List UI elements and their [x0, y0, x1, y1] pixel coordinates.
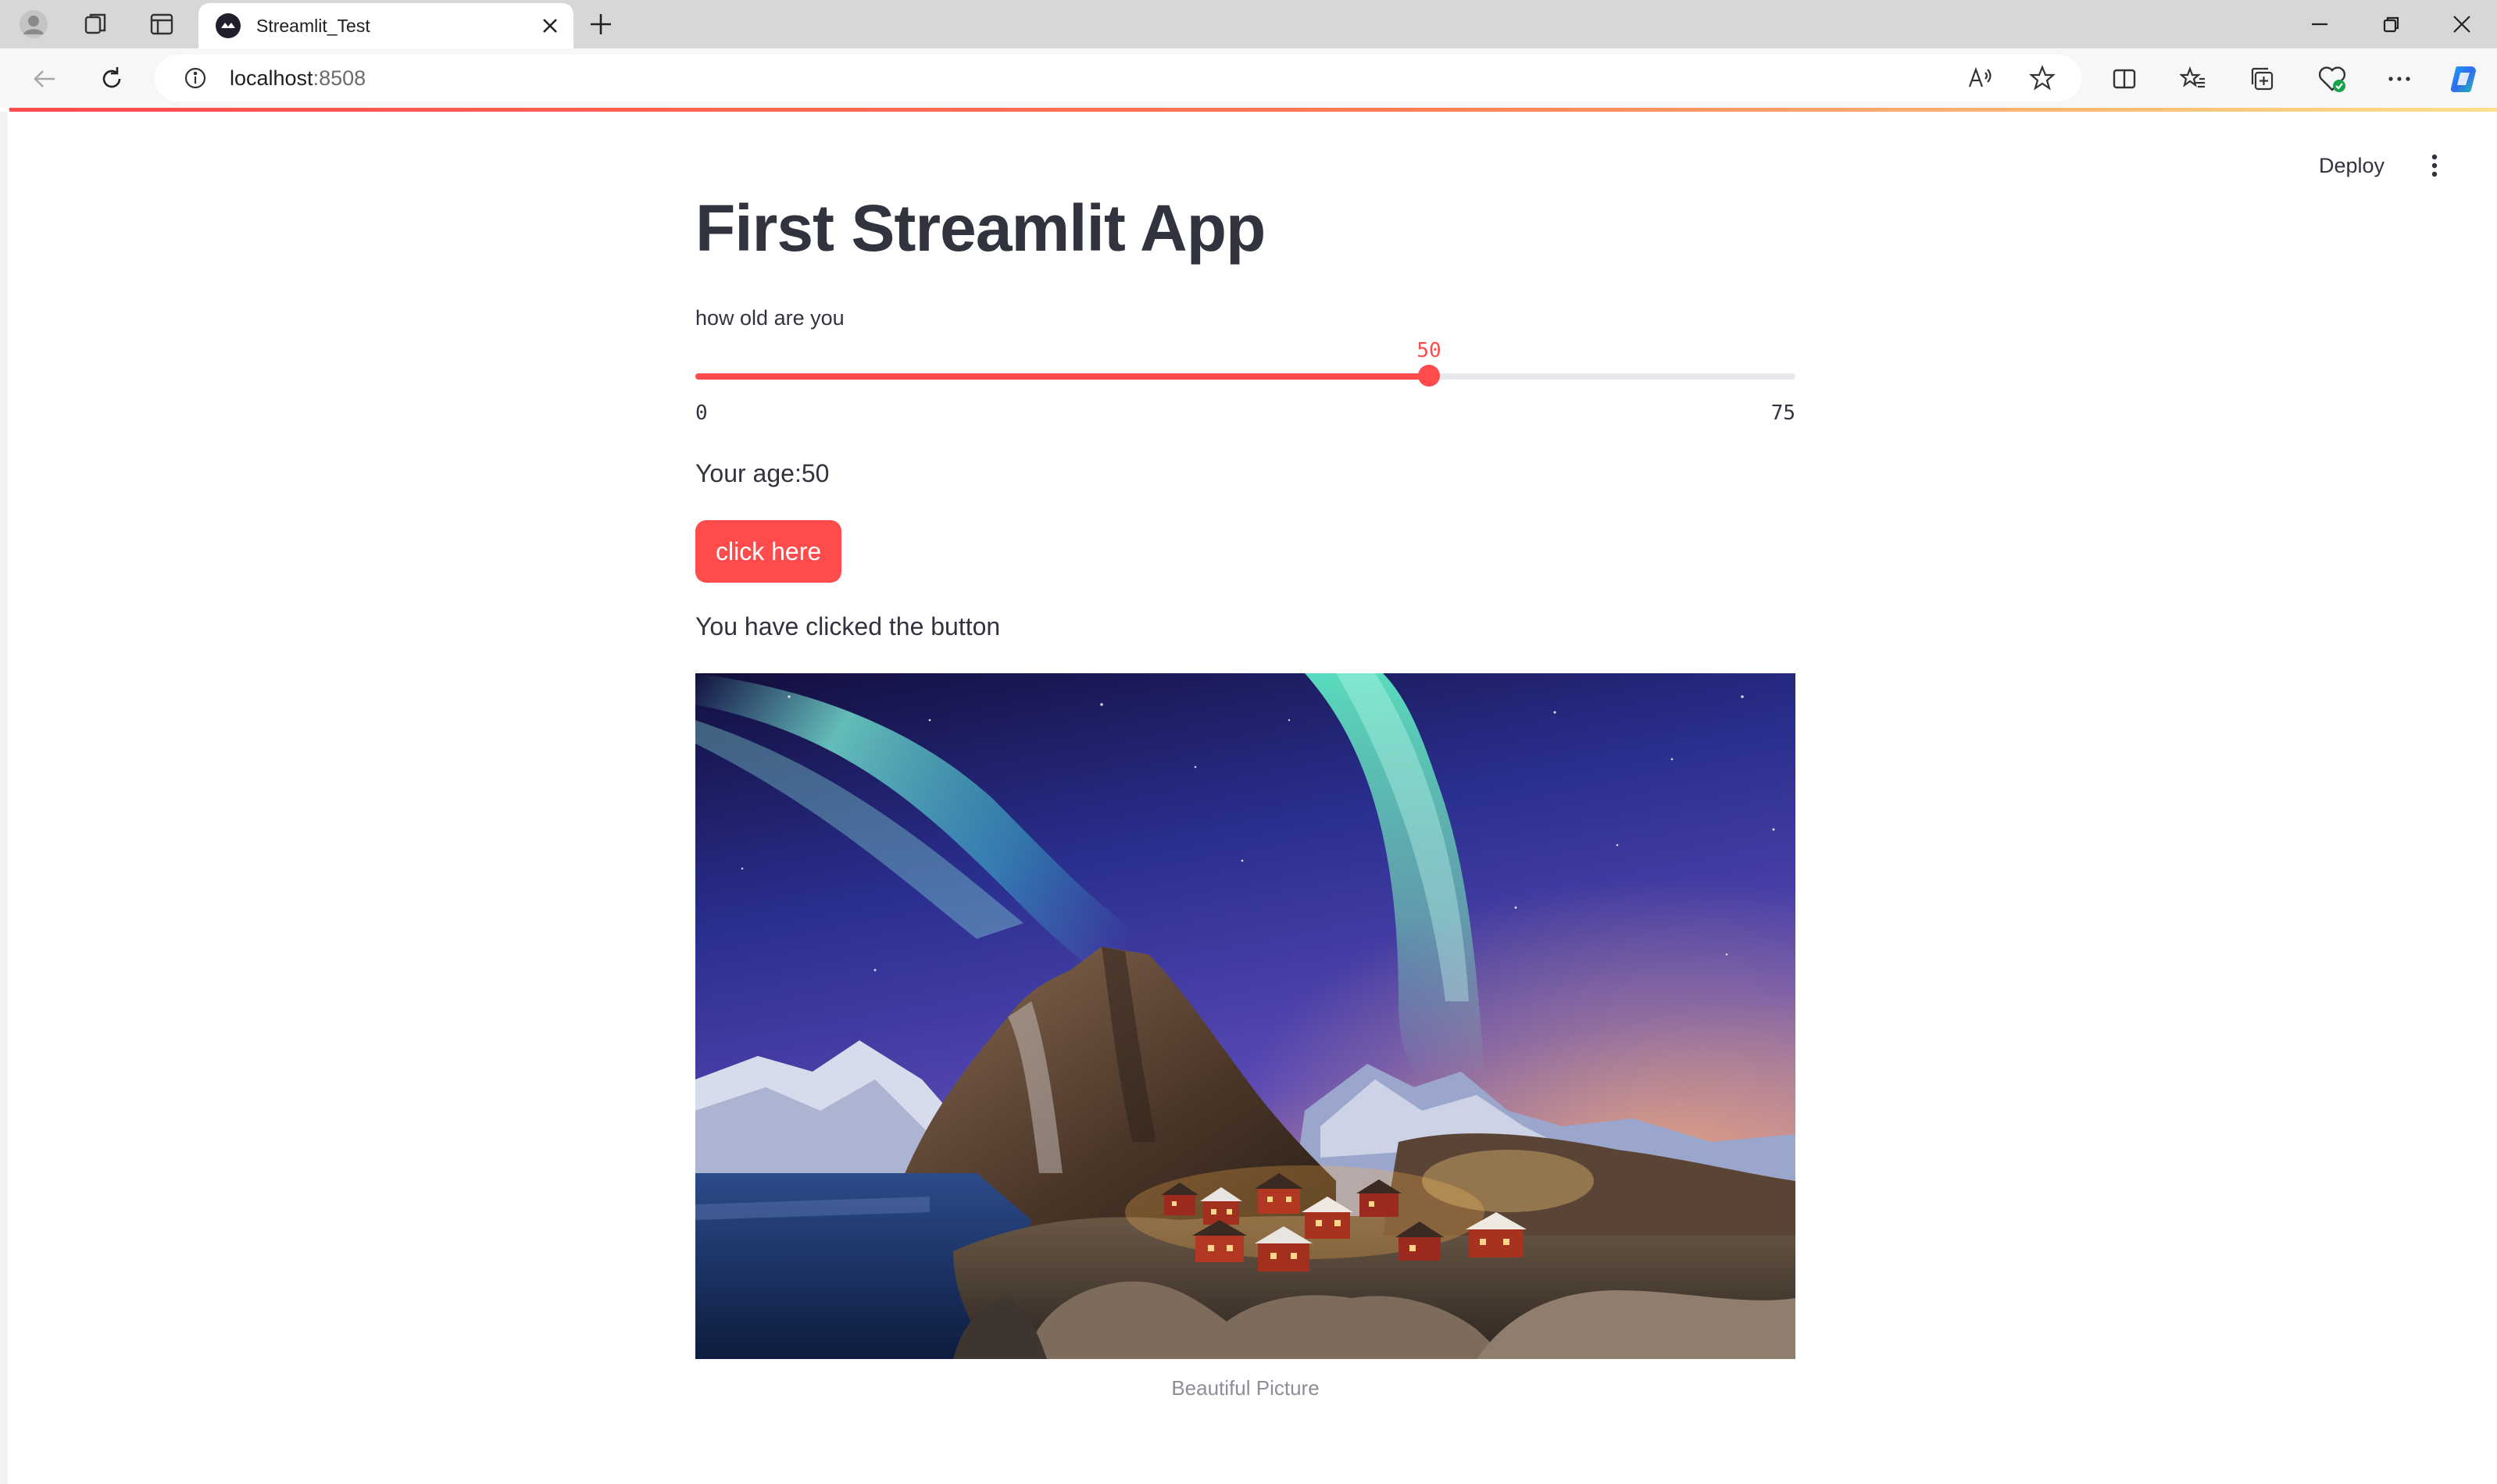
main-menu-icon[interactable]	[2417, 148, 2452, 183]
favorites-icon[interactable]	[2174, 59, 2213, 98]
refresh-icon[interactable]	[92, 59, 131, 98]
aurora-image	[695, 673, 1795, 1359]
browser-tab-bar: Streamlit_Test	[0, 0, 2497, 48]
workspaces-icon[interactable]	[78, 6, 114, 42]
copilot-icon[interactable]	[2445, 59, 2484, 98]
address-bar-row: localhost:8508	[0, 48, 2497, 108]
collections-icon[interactable]	[2242, 59, 2281, 98]
split-screen-icon[interactable]	[2105, 59, 2144, 98]
age-text: Your age:50	[695, 459, 830, 487]
close-icon[interactable]	[534, 10, 566, 41]
url-port: :8508	[313, 66, 366, 90]
browser-essentials-icon[interactable]	[2313, 59, 2352, 98]
deploy-button[interactable]: Deploy	[2306, 145, 2397, 186]
click-here-button[interactable]: click here	[695, 520, 842, 583]
profile-icon[interactable]	[16, 6, 52, 42]
slider-value: 50	[1416, 339, 1441, 362]
new-tab-icon[interactable]	[583, 6, 619, 42]
tab-actions-icon[interactable]	[144, 6, 180, 42]
info-icon[interactable]	[180, 62, 211, 94]
slider-min: 0	[695, 401, 708, 425]
tab-streamlit-test[interactable]: Streamlit_Test	[198, 3, 573, 48]
restore-icon[interactable]	[2356, 6, 2427, 42]
page-loading-bar	[9, 108, 2497, 112]
slider-fill	[695, 373, 1429, 380]
back-icon[interactable]	[25, 59, 64, 98]
url-text: localhost:8508	[230, 66, 366, 91]
url-host: localhost	[230, 66, 313, 90]
streamlit-favicon	[216, 13, 241, 38]
page-title: First Streamlit App	[695, 191, 1266, 265]
minimize-icon[interactable]	[2284, 6, 2355, 42]
slider-label: how old are you	[695, 306, 845, 330]
slider-thumb[interactable]	[1418, 365, 1440, 387]
url-field[interactable]: localhost:8508	[155, 55, 2081, 102]
clicked-message: You have clicked the button	[695, 612, 1001, 640]
slider-max: 75	[1770, 401, 1795, 425]
window-close-icon[interactable]	[2427, 6, 2497, 42]
read-aloud-icon[interactable]	[1964, 62, 1995, 94]
more-icon[interactable]	[2380, 59, 2419, 98]
tab-title: Streamlit_Test	[256, 15, 370, 36]
age-slider[interactable]	[695, 365, 1795, 387]
window-frame	[0, 112, 8, 1484]
image-caption: Beautiful Picture	[1171, 1376, 1320, 1400]
favorite-star-icon[interactable]	[2027, 62, 2058, 94]
